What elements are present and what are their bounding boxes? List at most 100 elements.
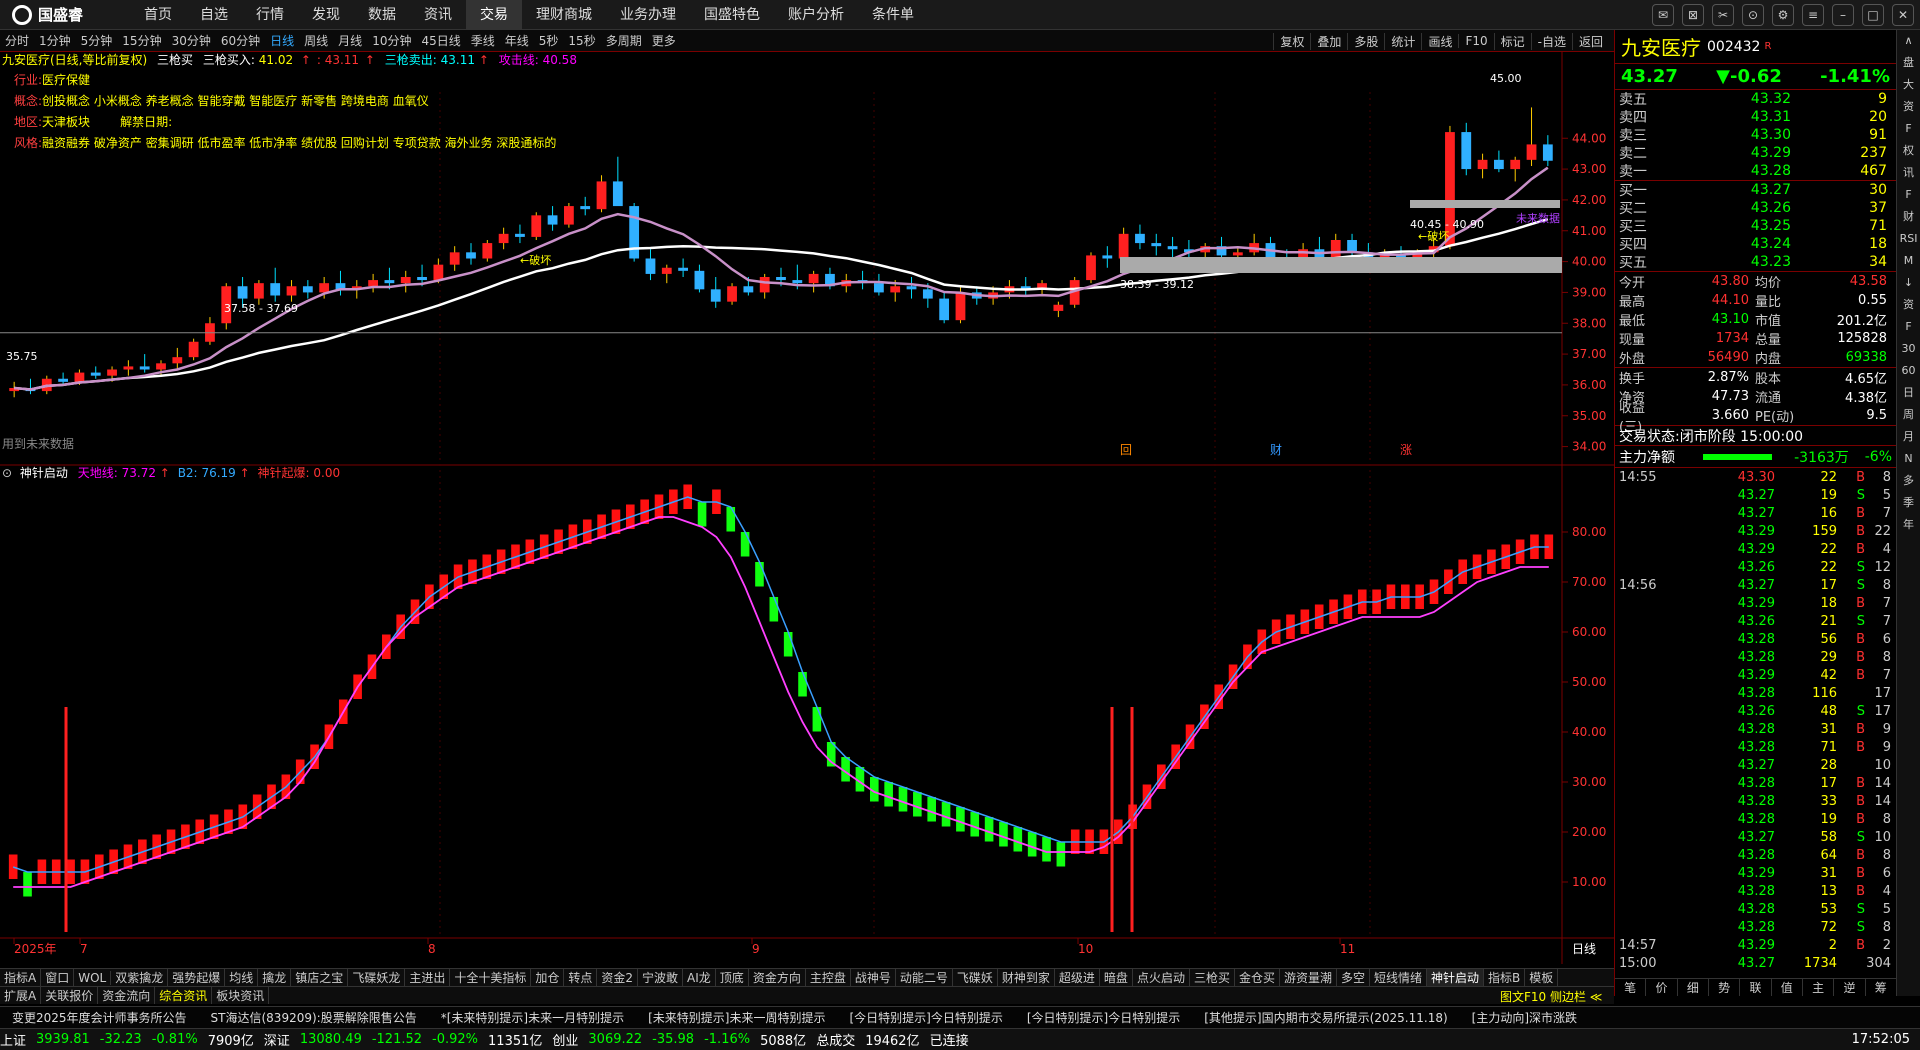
chart-tool-button[interactable]: 叠加 xyxy=(1310,32,1347,50)
sidebar-button[interactable]: 月 xyxy=(1897,426,1920,448)
menu-item[interactable]: 业务办理 xyxy=(606,0,690,30)
chart-tool-button[interactable]: 复权 xyxy=(1273,32,1310,50)
news-item[interactable]: ST海达信(839209):股票解除限售公告 xyxy=(199,1009,429,1026)
quote-footer-tab[interactable]: 价 xyxy=(1646,979,1678,996)
period-tab[interactable]: 年线 xyxy=(500,32,534,49)
period-tab[interactable]: 15秒 xyxy=(563,32,600,49)
quote-footer-tab[interactable]: 联 xyxy=(1740,979,1772,996)
indicator-tab[interactable]: 资金方向 xyxy=(749,969,806,986)
sidebar-button[interactable]: 资 xyxy=(1897,96,1920,118)
chart-tool-button[interactable]: 画线 xyxy=(1421,32,1458,50)
quote-footer-tab[interactable]: 势 xyxy=(1709,979,1741,996)
chart-area[interactable]: 44.00 43.00 42.00 41.00 40.00 39.00 38.00 37.00… xyxy=(0,52,1614,964)
indicator-tab[interactable]: 双紫擒龙 xyxy=(111,969,169,986)
period-tab[interactable]: 1分钟 xyxy=(34,32,76,49)
period-tab[interactable]: 周线 xyxy=(299,32,333,49)
sidebar-button[interactable]: F xyxy=(1897,118,1920,140)
menu-item[interactable]: 账户分析 xyxy=(774,0,858,30)
period-tab[interactable]: 10分钟 xyxy=(367,32,416,49)
indicator-tab[interactable]: 主控盘 xyxy=(806,969,851,986)
indicator-tab[interactable]: 神针启动 xyxy=(1427,969,1485,986)
indicator-tab[interactable]: 顶底 xyxy=(716,969,749,986)
sidebar-button[interactable]: 季 xyxy=(1897,492,1920,514)
menu-item[interactable]: 发现 xyxy=(298,0,354,30)
indicator-tab[interactable]: AI龙 xyxy=(683,969,716,986)
news-item[interactable]: [其他提示]国内期市交易所提示(2025.11.18) xyxy=(1192,1009,1459,1026)
indicator-tab[interactable]: 金仓买 xyxy=(1235,969,1280,986)
period-tab[interactable]: 多周期 xyxy=(601,32,647,49)
indicator-tab[interactable]: 窗口 xyxy=(41,969,75,986)
indicator-tab[interactable]: 飞碟妖龙 xyxy=(348,969,406,986)
period-tab[interactable]: 5秒 xyxy=(534,32,564,49)
indicator-tab[interactable]: 战神号 xyxy=(851,969,896,986)
menu-item[interactable]: 理财商城 xyxy=(522,0,606,30)
indicator-tab[interactable]: 加仓 xyxy=(531,969,565,986)
quote-footer-tab[interactable]: 笔 xyxy=(1615,979,1647,996)
news-item[interactable]: *[未来特别提示]未来一月特别提示 xyxy=(429,1009,636,1026)
menu-icon[interactable]: ≡ xyxy=(1802,4,1824,26)
indicator-tab[interactable]: 主进出 xyxy=(405,969,451,986)
indicator-tab[interactable]: WOL xyxy=(74,970,112,985)
menu-item[interactable]: 资讯 xyxy=(410,0,466,30)
menu-item[interactable]: 国盛特色 xyxy=(690,0,774,30)
quote-footer-tab[interactable]: 筹 xyxy=(1866,979,1897,996)
minimize-icon[interactable]: – xyxy=(1832,4,1854,26)
sidebar-button[interactable]: 日 xyxy=(1897,382,1920,404)
indicator-tab[interactable]: 指标B xyxy=(1484,969,1526,986)
indicator-tab[interactable]: 飞碟妖 xyxy=(953,969,998,986)
period-tab[interactable]: 日线 xyxy=(265,32,299,49)
chart-tool-button[interactable]: -自选 xyxy=(1530,32,1572,50)
side-panel-toggle[interactable]: 图文F10 侧边栏 ≪ xyxy=(1500,988,1602,1005)
indicator-tab[interactable]: 十全十美指标 xyxy=(450,969,532,986)
indicator-tab[interactable]: 转点 xyxy=(564,969,598,986)
quote-footer-tab[interactable]: 逆 xyxy=(1834,979,1866,996)
sidebar-button[interactable]: M xyxy=(1897,250,1920,272)
chart-tool-button[interactable]: 统计 xyxy=(1384,32,1421,50)
sidebar-button[interactable]: ∧ xyxy=(1897,30,1920,52)
period-tab[interactable]: 60分钟 xyxy=(216,32,265,49)
period-tab[interactable]: 30分钟 xyxy=(167,32,216,49)
sidebar-button[interactable]: 讯 xyxy=(1897,162,1920,184)
indicator-tab[interactable]: 资金2 xyxy=(597,969,639,986)
indicator-tab[interactable]: 均线 xyxy=(225,969,259,986)
sidebar-button[interactable]: 大 xyxy=(1897,74,1920,96)
news-item[interactable]: [今日特别提示]今日特别提示 xyxy=(1015,1009,1192,1026)
tick-list[interactable]: 14:55 43.30 22 B 8 43.27 19 S 5 43.27 16 B 7 43.29 159… xyxy=(1615,468,1896,972)
extension-tab[interactable]: 板块资讯 xyxy=(212,987,270,1004)
menu-item[interactable]: 行情 xyxy=(242,0,298,30)
quote-footer-tab[interactable]: 主 xyxy=(1803,979,1835,996)
menu-item[interactable]: 条件单 xyxy=(858,0,928,30)
quote-footer-tab[interactable]: 细 xyxy=(1678,979,1709,996)
indicator-tab[interactable]: 短线情绪 xyxy=(1370,969,1428,986)
indicator-tab[interactable]: 点火启动 xyxy=(1133,969,1190,986)
menu-item[interactable]: 自选 xyxy=(186,0,242,30)
sidebar-button[interactable]: 盘 xyxy=(1897,52,1920,74)
extension-tab[interactable]: 关联报价 xyxy=(41,987,99,1004)
sidebar-button[interactable]: 权 xyxy=(1897,140,1920,162)
mail-icon[interactable]: ⊠ xyxy=(1682,4,1704,26)
indicator-tab[interactable]: 强势起爆 xyxy=(168,969,226,986)
indicator-tab[interactable]: 擒龙 xyxy=(258,969,292,986)
period-tab[interactable]: 5分钟 xyxy=(76,32,118,49)
menu-item[interactable]: 交易 xyxy=(466,0,522,30)
indicator-tab[interactable]: 财神到家 xyxy=(998,969,1055,986)
news-item[interactable]: [主力动向]深市涨跌 xyxy=(1460,1009,1589,1026)
indicator-tab[interactable]: 镇店之宝 xyxy=(291,969,349,986)
sidebar-button[interactable]: RSI xyxy=(1897,228,1920,250)
sidebar-button[interactable]: 资 xyxy=(1897,294,1920,316)
close-icon[interactable]: ✕ xyxy=(1892,4,1914,26)
chart-tool-button[interactable]: 标记 xyxy=(1493,32,1531,50)
sidebar-button[interactable]: 30 xyxy=(1897,338,1920,360)
settings-icon[interactable]: ⚙ xyxy=(1772,4,1794,26)
indicator-tab[interactable]: 宁波敢 xyxy=(638,969,684,986)
quote-footer-tab[interactable]: 值 xyxy=(1772,979,1803,996)
extension-tab[interactable]: 扩展A xyxy=(0,987,42,1004)
menu-item[interactable]: 首页 xyxy=(130,0,186,30)
sidebar-button[interactable]: 周 xyxy=(1897,404,1920,426)
news-item[interactable]: 变更2025年度会计师事务所公告 xyxy=(0,1009,199,1026)
chart-tool-button[interactable]: F10 xyxy=(1458,34,1493,48)
indicator-tab[interactable]: 超级进 xyxy=(1055,969,1100,986)
indicator-tab[interactable]: 多空 xyxy=(1337,969,1371,986)
lock-icon[interactable]: ⊙ xyxy=(1742,4,1764,26)
sidebar-button[interactable]: ↓ xyxy=(1897,272,1920,294)
